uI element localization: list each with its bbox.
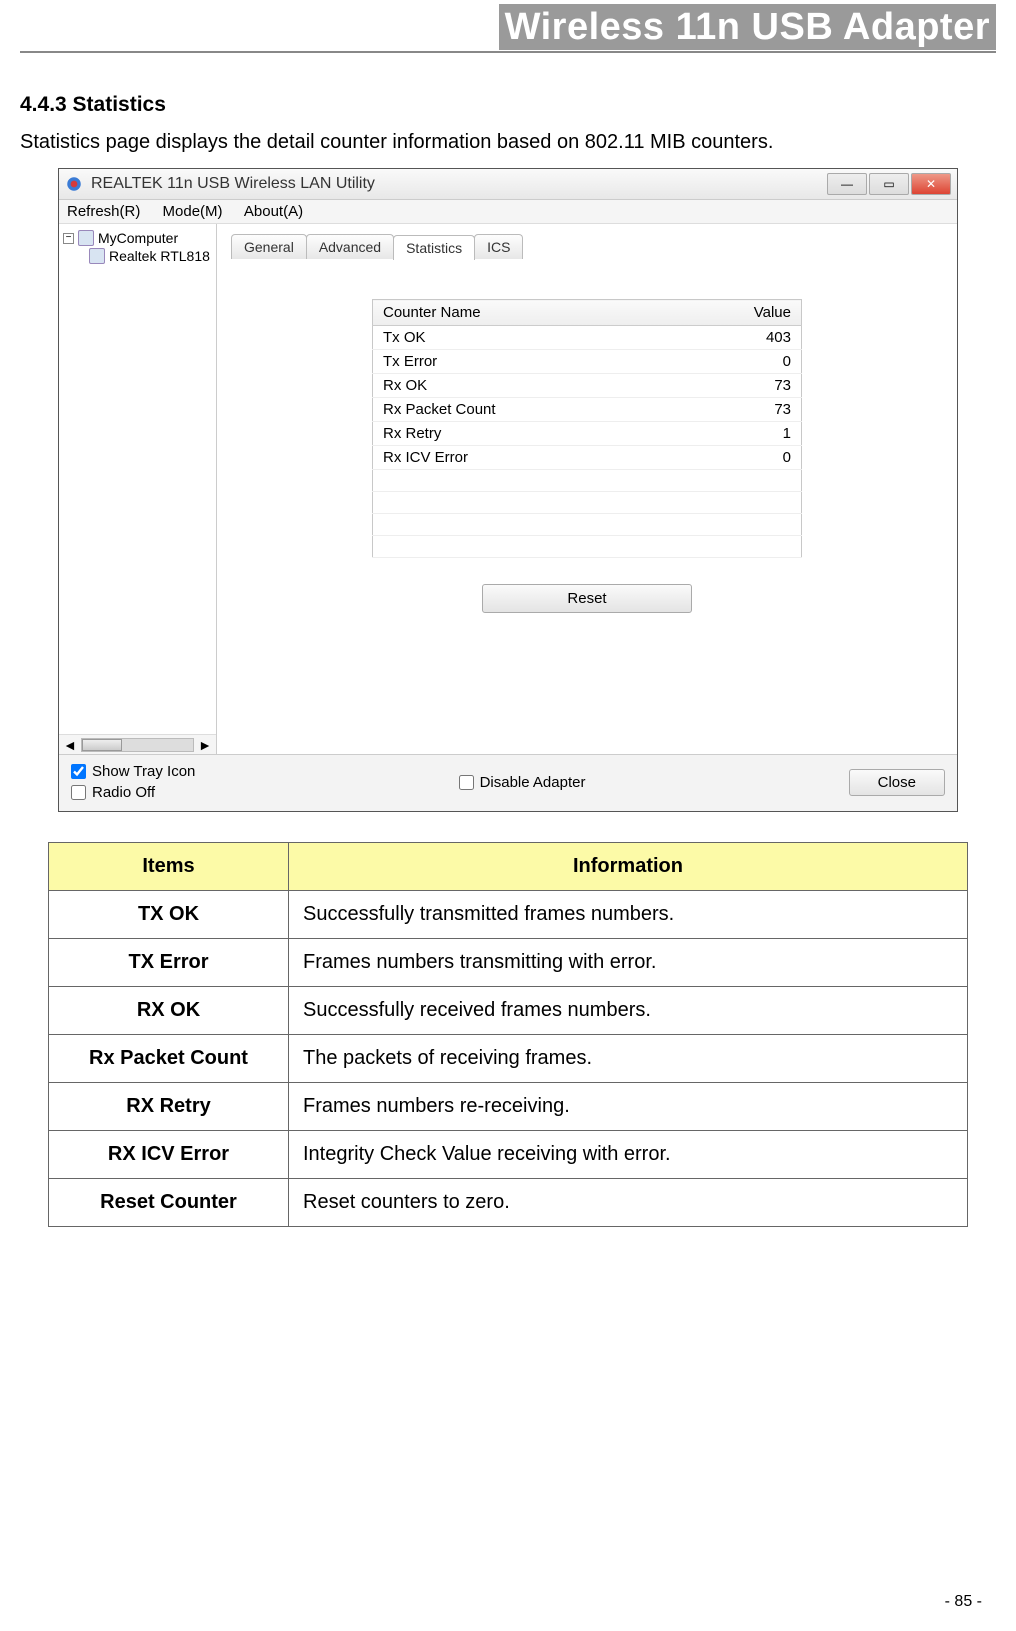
table-row[interactable]: Tx OK403 <box>373 326 802 350</box>
computer-icon <box>78 230 94 246</box>
info-row: RX RetryFrames numbers re-receiving. <box>49 1083 968 1131</box>
tree-scrollbar[interactable]: ◄ ► <box>59 734 216 754</box>
info-item-cell: RX OK <box>49 987 289 1035</box>
reset-button[interactable]: Reset <box>482 584 692 613</box>
menu-refresh[interactable]: Refresh(R) <box>67 203 140 220</box>
tree-expander-icon[interactable]: − <box>63 233 74 244</box>
info-item-cell: RX ICV Error <box>49 1131 289 1179</box>
radio-off-checkbox[interactable]: Radio Off <box>71 784 195 801</box>
document-title: Wireless 11n USB Adapter <box>499 4 996 50</box>
tree-root-label: MyComputer <box>98 230 178 246</box>
counter-name-cell: Rx Packet Count <box>373 398 672 422</box>
counter-value-cell: 1 <box>672 422 802 446</box>
table-row[interactable]: Tx Error0 <box>373 350 802 374</box>
info-table: Items Information TX OKSuccessfully tran… <box>48 842 968 1227</box>
menu-about[interactable]: About(A) <box>244 203 303 220</box>
disable-adapter-checkbox[interactable]: Disable Adapter <box>459 774 586 791</box>
adapter-icon <box>89 248 105 264</box>
disable-adapter-label: Disable Adapter <box>480 774 586 791</box>
scroll-thumb[interactable] <box>82 739 122 751</box>
table-row[interactable]: Rx OK73 <box>373 374 802 398</box>
counter-value-cell: 403 <box>672 326 802 350</box>
tree-root[interactable]: − MyComputer <box>63 230 212 246</box>
close-window-button[interactable]: ✕ <box>911 173 951 195</box>
scroll-right-icon[interactable]: ► <box>198 737 212 753</box>
app-window: REALTEK 11n USB Wireless LAN Utility — ▭… <box>58 168 958 812</box>
info-description-cell: Frames numbers re-receiving. <box>289 1083 968 1131</box>
close-button[interactable]: Close <box>849 769 945 796</box>
show-tray-label: Show Tray Icon <box>92 763 195 780</box>
scroll-track[interactable] <box>81 738 194 752</box>
info-row: TX ErrorFrames numbers transmitting with… <box>49 939 968 987</box>
scroll-left-icon[interactable]: ◄ <box>63 737 77 753</box>
maximize-button[interactable]: ▭ <box>869 173 909 195</box>
info-col-information: Information <box>289 843 968 891</box>
show-tray-checkbox[interactable]: Show Tray Icon <box>71 763 195 780</box>
table-row[interactable]: Rx ICV Error0 <box>373 446 802 470</box>
table-row <box>373 536 802 558</box>
info-item-cell: RX Retry <box>49 1083 289 1131</box>
statistics-table: Counter Name Value Tx OK403Tx Error0Rx O… <box>372 299 802 558</box>
info-item-cell: Rx Packet Count <box>49 1035 289 1083</box>
menu-mode[interactable]: Mode(M) <box>163 203 223 220</box>
title-bar: REALTEK 11n USB Wireless LAN Utility — ▭… <box>59 169 957 200</box>
tree-child-label: Realtek RTL818 <box>109 248 210 264</box>
counter-value-cell: 73 <box>672 398 802 422</box>
counter-name-cell: Rx Retry <box>373 422 672 446</box>
info-description-cell: The packets of receiving frames. <box>289 1035 968 1083</box>
counter-name-cell: Rx OK <box>373 374 672 398</box>
counter-name-cell: Rx ICV Error <box>373 446 672 470</box>
table-row <box>373 492 802 514</box>
tab-statistics[interactable]: Statistics <box>393 235 475 260</box>
table-row <box>373 470 802 492</box>
page-number: - 85 - <box>945 1593 982 1611</box>
col-counter-name[interactable]: Counter Name <box>373 300 672 326</box>
section-intro: Statistics page displays the detail coun… <box>20 131 996 154</box>
info-item-cell: TX OK <box>49 891 289 939</box>
tree-child[interactable]: Realtek RTL818 <box>89 248 212 264</box>
menu-bar: Refresh(R) Mode(M) About(A) <box>59 200 957 224</box>
disable-adapter-input[interactable] <box>459 775 474 790</box>
info-row: Rx Packet CountThe packets of receiving … <box>49 1035 968 1083</box>
info-row: RX OKSuccessfully received frames number… <box>49 987 968 1035</box>
tab-general[interactable]: General <box>231 234 307 259</box>
info-col-items: Items <box>49 843 289 891</box>
info-description-cell: Successfully received frames numbers. <box>289 987 968 1035</box>
table-row[interactable]: Rx Packet Count73 <box>373 398 802 422</box>
tabs-row: General Advanced Statistics ICS <box>231 234 943 259</box>
info-description-cell: Reset counters to zero. <box>289 1179 968 1227</box>
info-row: RX ICV ErrorIntegrity Check Value receiv… <box>49 1131 968 1179</box>
app-icon <box>65 175 83 193</box>
info-description-cell: Integrity Check Value receiving with err… <box>289 1131 968 1179</box>
info-description-cell: Successfully transmitted frames numbers. <box>289 891 968 939</box>
minimize-button[interactable]: — <box>827 173 867 195</box>
table-row <box>373 514 802 536</box>
info-item-cell: Reset Counter <box>49 1179 289 1227</box>
content-pane: General Advanced Statistics ICS Counter … <box>217 224 957 754</box>
section-heading: 4.4.3 Statistics <box>20 93 996 117</box>
info-description-cell: Frames numbers transmitting with error. <box>289 939 968 987</box>
document-header: Wireless 11n USB Adapter <box>20 0 996 53</box>
col-value[interactable]: Value <box>672 300 802 326</box>
table-row[interactable]: Rx Retry1 <box>373 422 802 446</box>
tab-ics[interactable]: ICS <box>474 234 523 259</box>
counter-value-cell: 0 <box>672 446 802 470</box>
info-row: TX OKSuccessfully transmitted frames num… <box>49 891 968 939</box>
tab-advanced[interactable]: Advanced <box>306 234 394 259</box>
info-row: Reset CounterReset counters to zero. <box>49 1179 968 1227</box>
counter-value-cell: 0 <box>672 350 802 374</box>
show-tray-input[interactable] <box>71 764 86 779</box>
bottom-bar: Show Tray Icon Radio Off Disable Adapter… <box>59 754 957 811</box>
tree-pane: − MyComputer Realtek RTL818 ◄ ► <box>59 224 217 754</box>
counter-value-cell: 73 <box>672 374 802 398</box>
window-title: REALTEK 11n USB Wireless LAN Utility <box>91 175 827 193</box>
radio-off-label: Radio Off <box>92 784 155 801</box>
radio-off-input[interactable] <box>71 785 86 800</box>
info-item-cell: TX Error <box>49 939 289 987</box>
counter-name-cell: Tx OK <box>373 326 672 350</box>
counter-name-cell: Tx Error <box>373 350 672 374</box>
